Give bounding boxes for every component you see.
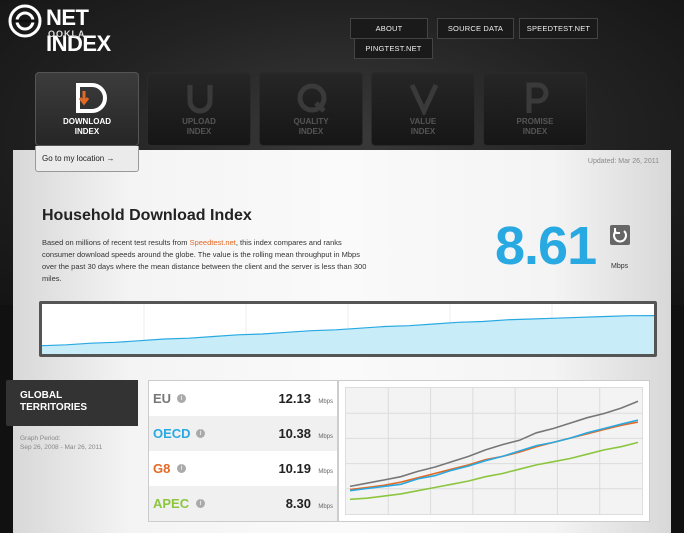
go-to-location-tab[interactable]: Go to my location → (35, 146, 139, 172)
territory-row-eu[interactable]: EU i 12.13 Mbps (149, 381, 337, 416)
territory-row-g8[interactable]: G8 i 10.19 Mbps (149, 451, 337, 486)
territory-name: EU (153, 391, 172, 406)
refresh-icon (613, 228, 627, 243)
nav-about[interactable]: ABOUT (350, 18, 428, 39)
info-icon[interactable]: i (177, 464, 186, 473)
territory-name: G8 (153, 461, 171, 476)
headline-value: 8.61 (495, 216, 597, 276)
sparkline-chart (42, 304, 654, 354)
nav-speedtest[interactable]: SPEEDTEST.NET (519, 18, 598, 39)
series-line-oecd (349, 419, 639, 492)
upload-glyph-icon (187, 85, 213, 114)
territory-value: 10.38 (278, 426, 311, 441)
graph-period-value: Sep 26, 2008 - Mar 26, 2011 (20, 444, 103, 451)
promise-glyph-icon (526, 82, 549, 113)
graph-period-label: Graph Period: (20, 435, 61, 442)
headline-unit: Mbps (611, 263, 629, 270)
tile-label: VALUE INDEX (409, 117, 437, 136)
territory-unit: Mbps (318, 504, 333, 510)
series-line-g8 (349, 421, 639, 491)
territory-chart-plot (345, 387, 643, 515)
series-line-eu (349, 400, 639, 488)
nav-pingtest[interactable]: PINGTEST.NET (354, 38, 433, 59)
ookla-mark-icon (8, 4, 42, 38)
territory-unit: Mbps (318, 434, 333, 440)
reset-button[interactable] (610, 225, 630, 245)
tile-quality-index[interactable]: QUALITY INDEX (259, 72, 363, 146)
territory-row-oecd[interactable]: OECD i 10.38 Mbps (149, 416, 337, 451)
tile-label: UPLOAD INDEX (182, 117, 216, 136)
net-index-logo[interactable]: NET INDEX OOKLA (8, 4, 158, 56)
brand-subtitle: OOKLA (48, 29, 86, 39)
tile-upload-index[interactable]: UPLOAD INDEX (147, 72, 251, 146)
gt-line-2: TERRITORIES (20, 402, 88, 413)
index-description: Based on millions of recent test results… (42, 237, 372, 285)
speedtest-link[interactable]: Speedtest.net (190, 238, 236, 247)
territory-unit: Mbps (318, 469, 333, 475)
series-line-apec (349, 441, 639, 501)
updated-date: Updated: Mar 26, 2011 (587, 158, 659, 165)
gt-line-1: GLOBAL (20, 390, 63, 401)
global-territories-heading: GLOBAL TERRITORIES (6, 380, 138, 426)
territory-name: APEC (153, 496, 190, 511)
tile-label: DOWNLOAD INDEX (63, 117, 111, 136)
quality-glyph-icon (297, 83, 327, 113)
territory-line-chart (346, 388, 642, 514)
territory-chart (338, 380, 650, 522)
desc-text-before: Based on millions of recent test results… (42, 238, 190, 247)
territory-value: 12.13 (278, 391, 311, 406)
territory-unit: Mbps (318, 399, 333, 405)
tile-promise-index[interactable]: PROMISE INDEX (483, 72, 587, 146)
tile-value-index[interactable]: VALUE INDEX (371, 72, 475, 146)
info-icon[interactable]: i (177, 394, 186, 403)
territory-row-apec[interactable]: APEC i 8.30 Mbps (149, 486, 337, 521)
value-glyph-icon (409, 83, 439, 115)
tile-download-index[interactable]: DOWNLOAD INDEX (35, 72, 139, 146)
download-glyph-icon (76, 83, 107, 113)
page-title: Household Download Index (42, 207, 252, 224)
territory-name: OECD (153, 426, 191, 441)
graph-period: Graph Period: Sep 26, 2008 - Mar 26, 201… (20, 434, 102, 452)
nav-source-data[interactable]: SOURCE DATA (437, 18, 514, 39)
trend-sparkline (39, 301, 657, 357)
info-icon[interactable]: i (196, 429, 205, 438)
tile-label: QUALITY INDEX (293, 117, 329, 136)
tile-label: PROMISE INDEX (516, 117, 554, 136)
territory-value: 8.30 (285, 496, 311, 511)
territory-table: EU i 12.13 Mbps OECD i 10.38 Mbps G8 i 1… (148, 380, 338, 522)
territory-value: 10.19 (278, 461, 311, 476)
info-icon[interactable]: i (196, 499, 205, 508)
